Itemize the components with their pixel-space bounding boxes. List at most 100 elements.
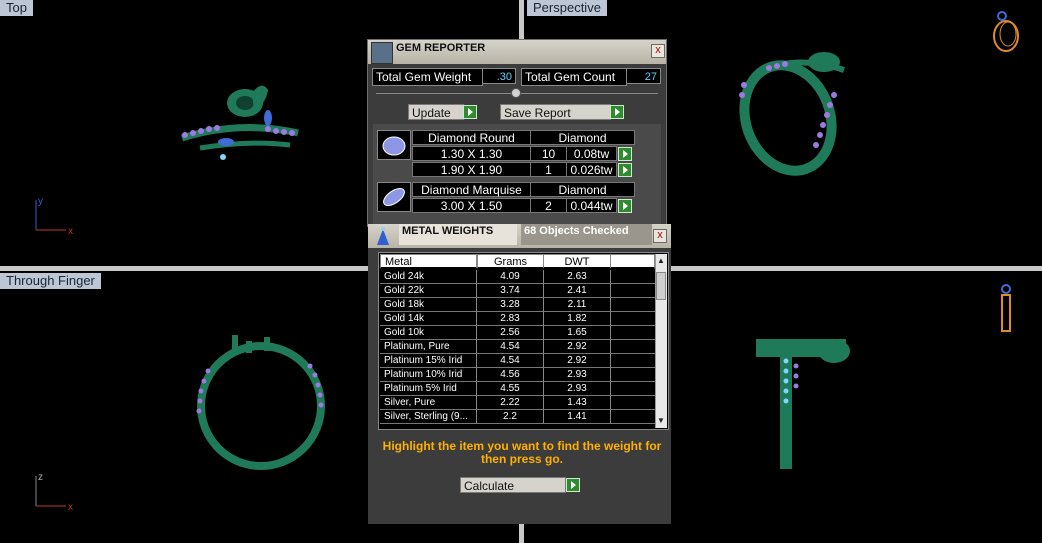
gem-reporter-separator-knob[interactable] [511, 88, 521, 98]
metal-weight-row[interactable]: Gold 24k 4.09 2.63 [380, 270, 656, 284]
diamond-marquise-icon [377, 182, 411, 212]
scroll-up-icon[interactable]: ▲ [656, 256, 666, 266]
blank-cell [611, 410, 656, 424]
column-header-blank[interactable] [610, 254, 655, 269]
metal-name-cell: Gold 14k [380, 312, 477, 326]
metal-weights-instruction: Highlight the item you want to find the … [382, 439, 662, 466]
dwt-cell: 2.93 [544, 368, 611, 382]
grams-cell: 3.28 [477, 298, 544, 312]
calculate-go-button[interactable] [566, 478, 580, 492]
dwt-cell: 2.41 [544, 284, 611, 298]
metal-weight-row[interactable]: Gold 14k 2.83 1.82 [380, 312, 656, 326]
grams-cell: 2.2 [477, 410, 544, 424]
metal-name-cell: Silver, Sterling (9... [380, 410, 477, 424]
metal-weight-row[interactable]: Platinum 10% Irid 4.56 2.93 [380, 368, 656, 382]
grams-cell: 4.54 [477, 354, 544, 368]
column-header-grams[interactable]: Grams [477, 254, 544, 269]
blank-cell [611, 354, 656, 368]
grams-cell: 2.83 [477, 312, 544, 326]
gem-row-go-button[interactable] [618, 147, 632, 161]
total-gem-count-label: Total Gem Count [521, 68, 627, 86]
gem-reporter-logo-icon [371, 42, 393, 64]
diamond-round-icon [377, 130, 411, 160]
dwt-cell: 2.92 [544, 340, 611, 354]
gem-weight[interactable]: 0.044tw [566, 198, 617, 213]
grams-cell: 2.22 [477, 396, 544, 410]
gem-weight[interactable]: 0.026tw [566, 162, 617, 177]
axis-y-label: y [38, 196, 43, 207]
grams-cell: 4.56 [477, 368, 544, 382]
gem-count[interactable]: 10 [530, 146, 567, 161]
gem-size[interactable]: 3.00 X 1.50 [412, 198, 531, 213]
gem-reporter-close-button[interactable]: x [651, 44, 665, 58]
blank-cell [611, 284, 656, 298]
metal-name-cell: Gold 18k [380, 298, 477, 312]
update-button[interactable]: Update [408, 104, 464, 120]
metal-weight-row[interactable]: Gold 18k 3.28 2.11 [380, 298, 656, 312]
gem-count[interactable]: 2 [530, 198, 567, 213]
metal-weights-logo-icon [377, 227, 389, 245]
metal-name-cell: Platinum 5% Irid [380, 382, 477, 396]
dwt-cell: 1.65 [544, 326, 611, 340]
gem-reporter-title: GEM REPORTER [396, 42, 486, 54]
gem-count[interactable]: 1 [530, 162, 567, 177]
ring-thumbnail-perspective [993, 11, 1019, 52]
gem-shape-label: Diamond Marquise [412, 182, 531, 197]
gem-row-go-button[interactable] [618, 163, 632, 177]
grams-cell: 2.56 [477, 326, 544, 340]
gem-material-label: Diamond [530, 182, 635, 197]
blank-cell [611, 270, 656, 284]
blank-cell [611, 326, 656, 340]
metal-weights-title: METAL WEIGHTS [399, 224, 517, 245]
grams-cell: 4.55 [477, 382, 544, 396]
grams-cell: 4.54 [477, 340, 544, 354]
column-header-dwt[interactable]: DWT [543, 254, 611, 269]
metal-weight-row[interactable]: Platinum 15% Irid 4.54 2.92 [380, 354, 656, 368]
gem-shape-label: Diamond Round [412, 130, 531, 145]
axis-indicator-front: z x [35, 472, 73, 513]
blank-cell [611, 340, 656, 354]
total-gem-weight-label: Total Gem Weight [372, 68, 483, 86]
axis-x-label-front: x [68, 502, 73, 513]
metal-weight-row[interactable]: Platinum 5% Irid 4.55 2.93 [380, 382, 656, 396]
blank-cell [611, 382, 656, 396]
gem-size[interactable]: 1.30 X 1.30 [412, 146, 531, 161]
calculate-dropdown[interactable]: Calculate [460, 477, 566, 493]
metal-weight-row[interactable]: Silver, Pure 2.22 1.43 [380, 396, 656, 410]
gem-reporter-titlebar[interactable]: GEM REPORTER x [368, 40, 666, 64]
gem-weight[interactable]: 0.08tw [566, 146, 617, 161]
metal-weight-row[interactable]: Gold 22k 3.74 2.41 [380, 284, 656, 298]
metal-weight-row[interactable]: Platinum, Pure 4.54 2.92 [380, 340, 656, 354]
metal-weight-row[interactable]: Silver, Sterling (9... 2.2 1.41 [380, 410, 656, 424]
metal-weights-close-button[interactable]: x [653, 229, 667, 243]
metal-name-cell: Gold 10k [380, 326, 477, 340]
gem-row-go-button[interactable] [618, 199, 632, 213]
axis-z-label: z [38, 472, 43, 483]
gem-size[interactable]: 1.90 X 1.90 [412, 162, 531, 177]
metal-name-cell: Platinum, Pure [380, 340, 477, 354]
dwt-cell: 1.82 [544, 312, 611, 326]
metal-name-cell: Gold 22k [380, 284, 477, 298]
save-report-go-button[interactable] [610, 105, 624, 119]
ring-thumbnail-side [1001, 284, 1011, 332]
axis-indicator-top: y x [35, 196, 73, 237]
metal-weight-row[interactable]: Gold 10k 2.56 1.65 [380, 326, 656, 340]
metal-name-cell: Silver, Pure [380, 396, 477, 410]
dwt-cell: 2.93 [544, 382, 611, 396]
total-gem-weight-value: .30 [482, 68, 516, 84]
column-header-metal[interactable]: Metal [380, 254, 477, 269]
scroll-down-icon[interactable]: ▼ [656, 416, 666, 426]
update-go-button[interactable] [463, 105, 477, 119]
dwt-cell: 2.11 [544, 298, 611, 312]
blank-cell [611, 368, 656, 382]
objects-checked-status: 68 Objects Checked [521, 224, 652, 245]
dwt-cell: 2.92 [544, 354, 611, 368]
blank-cell [611, 298, 656, 312]
metal-name-cell: Gold 24k [380, 270, 477, 284]
save-report-button[interactable]: Save Report [500, 104, 611, 120]
blank-cell [611, 312, 656, 326]
metal-name-cell: Platinum 10% Irid [380, 368, 477, 382]
dwt-cell: 2.63 [544, 270, 611, 284]
dwt-cell: 1.41 [544, 410, 611, 424]
scrollbar-thumb[interactable] [656, 272, 666, 300]
